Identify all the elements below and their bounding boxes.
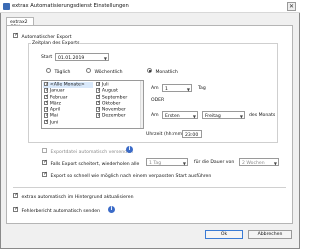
month-checkbox[interactable] bbox=[44, 81, 49, 88]
am2-label: Am bbox=[151, 113, 159, 118]
month-checkbox[interactable] bbox=[44, 113, 49, 120]
cancel-button[interactable]: Abbrechen bbox=[248, 230, 292, 239]
auto-update-row: extrax automatisch im Hintergrund aktual… bbox=[13, 192, 134, 200]
auto-update-checkbox[interactable] bbox=[13, 192, 18, 198]
auto-export-row: Automatischer Export bbox=[13, 32, 72, 40]
send-files-label: Exportdatei automatisch versenden bbox=[50, 150, 133, 155]
chevron-down-icon: ▼ bbox=[239, 113, 243, 119]
month-checkbox[interactable] bbox=[44, 107, 49, 114]
error-report-checkbox[interactable] bbox=[13, 206, 18, 212]
month-checkbox[interactable] bbox=[96, 94, 101, 101]
month-checkbox[interactable] bbox=[96, 113, 101, 120]
error-report-label: Fehlerbericht automatisch senden bbox=[21, 209, 100, 214]
start-date-value: 01.01.2019 bbox=[58, 55, 85, 61]
daily-option[interactable]: Täglich bbox=[46, 68, 70, 75]
send-files-checkbox[interactable] bbox=[42, 148, 47, 153]
months-scrollbar[interactable] bbox=[140, 81, 143, 128]
asap-label: Export so schnell wie möglich nach einem… bbox=[50, 174, 212, 179]
start-label: Start bbox=[41, 55, 53, 60]
send-files-row: Exportdatei automatisch versenden bbox=[42, 148, 133, 155]
retry-row: Falls Export scheitert, wiederholen alle bbox=[42, 159, 140, 167]
month-checkbox[interactable] bbox=[44, 119, 49, 126]
error-report-row: Fehlerbericht automatisch senden bbox=[13, 206, 100, 214]
list-item[interactable]: Juni bbox=[43, 119, 93, 126]
ok-button[interactable]: Ok bbox=[205, 230, 243, 239]
ordinal-select[interactable]: Ersten ▼ bbox=[162, 111, 198, 119]
months-list[interactable]: <Alle Monate> Januar Februar März April … bbox=[41, 80, 144, 129]
duration-value: 2 Wochen bbox=[242, 160, 265, 166]
time-label: Uhrzeit (hh:mm) bbox=[146, 132, 184, 137]
chevron-down-icon: ▼ bbox=[103, 55, 107, 61]
am-label: Am bbox=[151, 86, 159, 91]
monthly-radio[interactable] bbox=[147, 68, 152, 73]
chevron-down-icon: ▼ bbox=[273, 160, 277, 166]
daily-radio[interactable] bbox=[46, 68, 51, 73]
app-icon bbox=[3, 3, 10, 10]
month-checkbox[interactable] bbox=[96, 88, 101, 95]
start-date-field[interactable]: 01.01.2019 ▼ bbox=[55, 53, 109, 61]
weekly-option[interactable]: Wöchentlich bbox=[86, 68, 123, 75]
info-icon[interactable]: i bbox=[108, 206, 115, 213]
retry-label: Falls Export scheitert, wiederholen alle bbox=[50, 162, 140, 167]
monthly-option[interactable]: Monatlich bbox=[147, 68, 178, 75]
month-checkbox[interactable] bbox=[96, 81, 101, 88]
months-column-2: Juli August September Oktober November D… bbox=[95, 81, 141, 120]
day-number-value: 1 bbox=[165, 86, 168, 92]
chevron-down-icon: ▼ bbox=[192, 113, 196, 119]
month-checkbox[interactable] bbox=[44, 88, 49, 95]
list-item[interactable]: Dezember bbox=[95, 113, 141, 120]
duration-select[interactable]: 2 Wochen ▼ bbox=[239, 158, 279, 166]
auto-update-label: extrax automatisch im Hintergrund aktual… bbox=[21, 195, 134, 200]
months-column-1: <Alle Monate> Januar Februar März April … bbox=[43, 81, 93, 126]
retry-interval-select[interactable]: 1 Tag ▼ bbox=[146, 158, 188, 166]
des-monats-label: des Monats bbox=[249, 113, 276, 118]
weekday-select[interactable]: Freitag ▼ bbox=[202, 111, 245, 119]
retry-checkbox[interactable] bbox=[42, 159, 47, 165]
ordinal-value: Ersten bbox=[165, 113, 180, 119]
duration-label: für die Dauer von bbox=[194, 160, 235, 165]
title-bar: extrax Automatisierungsdienst Einstellun… bbox=[0, 0, 300, 13]
time-field[interactable]: 23:00 bbox=[182, 130, 202, 138]
time-value: 23:00 bbox=[185, 132, 199, 138]
month-checkbox[interactable] bbox=[44, 94, 49, 101]
month-checkbox[interactable] bbox=[96, 100, 101, 107]
daily-label: Täglich bbox=[54, 70, 71, 75]
tag-label: Tag bbox=[198, 86, 206, 91]
month-checkbox[interactable] bbox=[96, 107, 101, 114]
auto-export-label: Automatischer Export bbox=[21, 35, 72, 40]
day-number-field[interactable]: 1 ▼ bbox=[162, 84, 192, 92]
weekday-value: Freitag bbox=[205, 113, 221, 119]
monthly-label: Monatlich bbox=[155, 70, 178, 75]
month-checkbox[interactable] bbox=[44, 100, 49, 107]
window-title: extrax Automatisierungsdienst Einstellun… bbox=[12, 3, 129, 9]
weekly-radio[interactable] bbox=[86, 68, 91, 73]
info-icon[interactable]: i bbox=[126, 146, 133, 153]
divider bbox=[13, 187, 286, 188]
weekly-label: Wöchentlich bbox=[94, 70, 123, 75]
oder-label: ODER bbox=[151, 98, 165, 103]
auto-export-checkbox[interactable] bbox=[13, 32, 18, 38]
asap-row: Export so schnell wie möglich nach einem… bbox=[42, 171, 212, 179]
schedule-group-label: Zeitplan des Exports bbox=[31, 41, 81, 46]
spinner-icon: ▼ bbox=[186, 86, 190, 92]
asap-checkbox[interactable] bbox=[42, 171, 47, 177]
retry-interval-value: 1 Tag bbox=[149, 160, 162, 166]
close-icon[interactable]: ✕ bbox=[287, 2, 296, 11]
chevron-down-icon: ▼ bbox=[182, 160, 186, 166]
